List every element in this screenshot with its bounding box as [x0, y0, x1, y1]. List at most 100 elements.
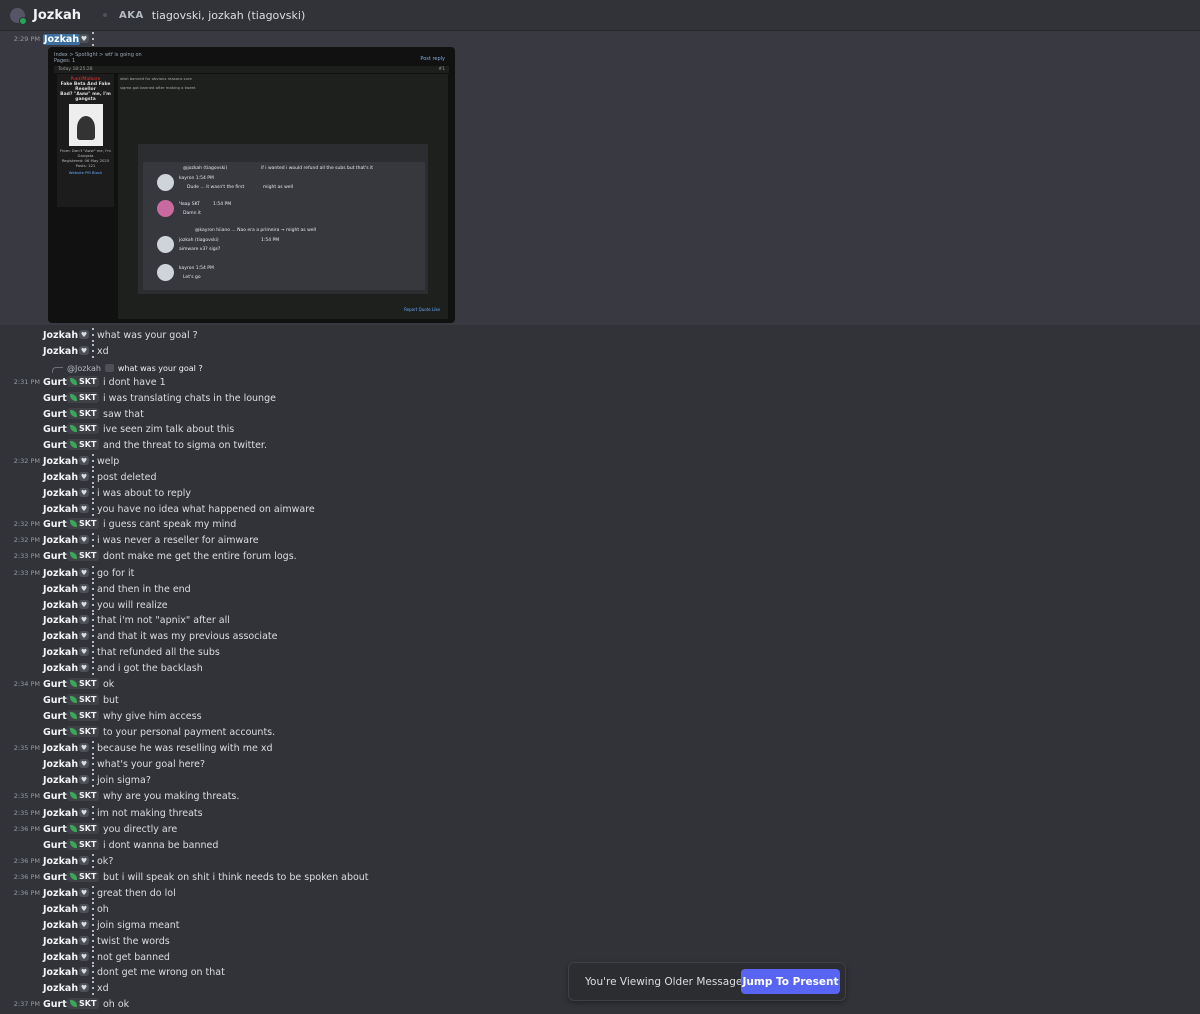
- message-author[interactable]: Gurt: [43, 424, 67, 435]
- message-author[interactable]: Jozkah: [43, 856, 78, 867]
- avatar[interactable]: [10, 7, 27, 25]
- message-row[interactable]: 2:36 PM Jozkah ♥ ok?: [0, 853, 1200, 869]
- message-row[interactable]: Gurt SKT ive seen zim talk about this: [0, 421, 1200, 437]
- message-author[interactable]: Gurt: [43, 824, 67, 835]
- message-author[interactable]: Jozkah: [43, 952, 78, 963]
- message-row[interactable]: Jozkah ♥ you have no idea what happened on…: [0, 501, 1200, 517]
- message-row[interactable]: Jozkah ♥ and then in the end: [0, 581, 1200, 597]
- message-author[interactable]: Jozkah: [43, 456, 78, 467]
- message-author[interactable]: Gurt: [43, 409, 67, 420]
- message-author[interactable]: Gurt: [43, 440, 67, 451]
- message-author[interactable]: Gurt: [43, 519, 67, 530]
- message-author[interactable]: Gurt: [43, 679, 67, 690]
- message-row[interactable]: 2:31 PM Gurt SKT i dont have 1: [0, 374, 1200, 390]
- message-row[interactable]: 2:32 PM Gurt SKT i guess cant speak my mind: [0, 516, 1200, 532]
- message-row[interactable]: Jozkah ♥ and i got the backlash: [0, 660, 1200, 676]
- message-row[interactable]: 2:33 PM Jozkah ♥ go for it: [0, 565, 1200, 581]
- guild-tag[interactable]: SKT: [67, 710, 100, 721]
- message-row[interactable]: Jozkah ♥ what's your goal here?: [0, 756, 1200, 772]
- guild-tag[interactable]: SKT: [67, 790, 100, 801]
- message-author[interactable]: Jozkah: [43, 535, 78, 546]
- message-row[interactable]: 2:32 PM Jozkah ♥ i was never a reseller for…: [0, 532, 1200, 548]
- guild-tag[interactable]: SKT: [67, 694, 100, 705]
- message-row[interactable]: 2:35 PM Jozkah ♥ im not making threats: [0, 805, 1200, 821]
- message-author[interactable]: Jozkah: [43, 472, 78, 483]
- message-row[interactable]: 2:33 PM Gurt SKT dont make me get the entir…: [0, 548, 1200, 564]
- guild-tag[interactable]: SKT: [67, 550, 100, 561]
- message-row[interactable]: Gurt SKT to your personal payment accounts…: [0, 724, 1200, 740]
- message-row[interactable]: 2:35 PM Jozkah ♥ because he was reselling w…: [0, 740, 1200, 756]
- guild-tag[interactable]: SKT: [67, 439, 100, 450]
- message-row[interactable]: 2:29 PM Jozkah ♥: [0, 31, 1200, 47]
- message-author[interactable]: Jozkah: [43, 663, 78, 674]
- message-author[interactable]: Jozkah: [43, 775, 78, 786]
- guild-tag[interactable]: SKT: [67, 726, 100, 737]
- message-row[interactable]: Jozkah ♥ that refunded all the subs: [0, 644, 1200, 660]
- guild-tag[interactable]: SKT: [67, 392, 100, 403]
- message-author[interactable]: Jozkah: [43, 920, 78, 931]
- message-row[interactable]: Jozkah ♥ you will realize: [0, 597, 1200, 613]
- message-author[interactable]: Gurt: [43, 791, 67, 802]
- message-author[interactable]: Jozkah: [43, 759, 78, 770]
- image-attachment[interactable]: Index > Spotlight > wtf is going on Page…: [48, 47, 455, 323]
- message-row[interactable]: Jozkah ♥ join sigma?: [0, 772, 1200, 788]
- guild-tag[interactable]: SKT: [67, 823, 100, 834]
- message-author[interactable]: Jozkah: [43, 888, 78, 899]
- message-author[interactable]: Gurt: [43, 872, 67, 883]
- message-row[interactable]: 2:36 PM Gurt SKT you directly are: [0, 821, 1200, 837]
- message-author[interactable]: Gurt: [43, 727, 67, 738]
- message-author[interactable]: Jozkah: [43, 743, 78, 754]
- guild-tag[interactable]: SKT: [67, 423, 100, 434]
- message-row[interactable]: 2:36 PM Jozkah ♥ great then do lol: [0, 885, 1200, 901]
- message-author[interactable]: Jozkah: [43, 615, 78, 626]
- guild-tag[interactable]: SKT: [67, 678, 100, 689]
- message-row[interactable]: 2:36 PM Gurt SKT but i will speak on shit i…: [0, 869, 1200, 885]
- message-row[interactable]: Jozkah ♥ and that it was my previous assoc…: [0, 628, 1200, 644]
- message-author[interactable]: Jozkah: [43, 33, 81, 45]
- guild-tag[interactable]: SKT: [67, 518, 100, 529]
- message-row[interactable]: Jozkah ♥ post deleted: [0, 469, 1200, 485]
- message-author[interactable]: Jozkah: [43, 936, 78, 947]
- message-author[interactable]: Jozkah: [43, 631, 78, 642]
- message-row[interactable]: Jozkah ♥ join sigma meant: [0, 917, 1200, 933]
- message-row[interactable]: Gurt SKT i dont wanna be banned: [0, 837, 1200, 853]
- message-author[interactable]: Gurt: [43, 377, 67, 388]
- message-row[interactable]: Jozkah ♥ twist the words: [0, 933, 1200, 949]
- message-row[interactable]: 2:32 PM Jozkah ♥ welp: [0, 453, 1200, 469]
- guild-tag[interactable]: SKT: [67, 408, 100, 419]
- message-row[interactable]: Jozkah ♥ oh: [0, 901, 1200, 917]
- message-row[interactable]: Gurt SKT and the threat to sigma on twitte…: [0, 437, 1200, 453]
- message-row[interactable]: Gurt SKT why give him access: [0, 708, 1200, 724]
- message-author[interactable]: Jozkah: [43, 488, 78, 499]
- jump-to-present-button[interactable]: Jump To Present: [741, 969, 840, 994]
- message-author[interactable]: Jozkah: [43, 568, 78, 579]
- message-row[interactable]: 2:34 PM Gurt SKT ok: [0, 676, 1200, 692]
- guild-tag[interactable]: SKT: [67, 871, 100, 882]
- message-row[interactable]: Jozkah ♥ xd: [0, 343, 1200, 359]
- message-author[interactable]: Jozkah: [43, 346, 78, 357]
- message-row[interactable]: Jozkah ♥ that i'm not "apnix" after all: [0, 612, 1200, 628]
- dm-user-name[interactable]: Jozkah: [33, 8, 81, 23]
- message-author[interactable]: Jozkah: [43, 600, 78, 611]
- message-author[interactable]: Jozkah: [43, 904, 78, 915]
- message-author[interactable]: Jozkah: [43, 504, 78, 515]
- message-author[interactable]: Jozkah: [43, 808, 78, 819]
- message-author[interactable]: Jozkah: [43, 647, 78, 658]
- guild-tag[interactable]: SKT: [67, 998, 100, 1009]
- message-row[interactable]: 2:35 PM Gurt SKT why are you making threats…: [0, 788, 1200, 804]
- reply-author[interactable]: @Jozkah: [67, 364, 101, 373]
- message-author[interactable]: Gurt: [43, 695, 67, 706]
- guild-tag[interactable]: SKT: [67, 839, 100, 850]
- guild-tag[interactable]: SKT: [67, 376, 100, 387]
- message-author[interactable]: Jozkah: [43, 983, 78, 994]
- message-author[interactable]: Gurt: [43, 999, 67, 1010]
- message-row[interactable]: Jozkah ♥ i was about to reply: [0, 485, 1200, 501]
- message-author[interactable]: Gurt: [43, 711, 67, 722]
- message-author[interactable]: Gurt: [43, 393, 67, 404]
- message-author[interactable]: Jozkah: [43, 330, 78, 341]
- message-author[interactable]: Jozkah: [43, 967, 78, 978]
- message-author[interactable]: Jozkah: [43, 584, 78, 595]
- message-row[interactable]: Gurt SKT i was translating chats in the lo…: [0, 390, 1200, 406]
- message-row[interactable]: Gurt SKT saw that: [0, 406, 1200, 422]
- message-author[interactable]: Gurt: [43, 551, 67, 562]
